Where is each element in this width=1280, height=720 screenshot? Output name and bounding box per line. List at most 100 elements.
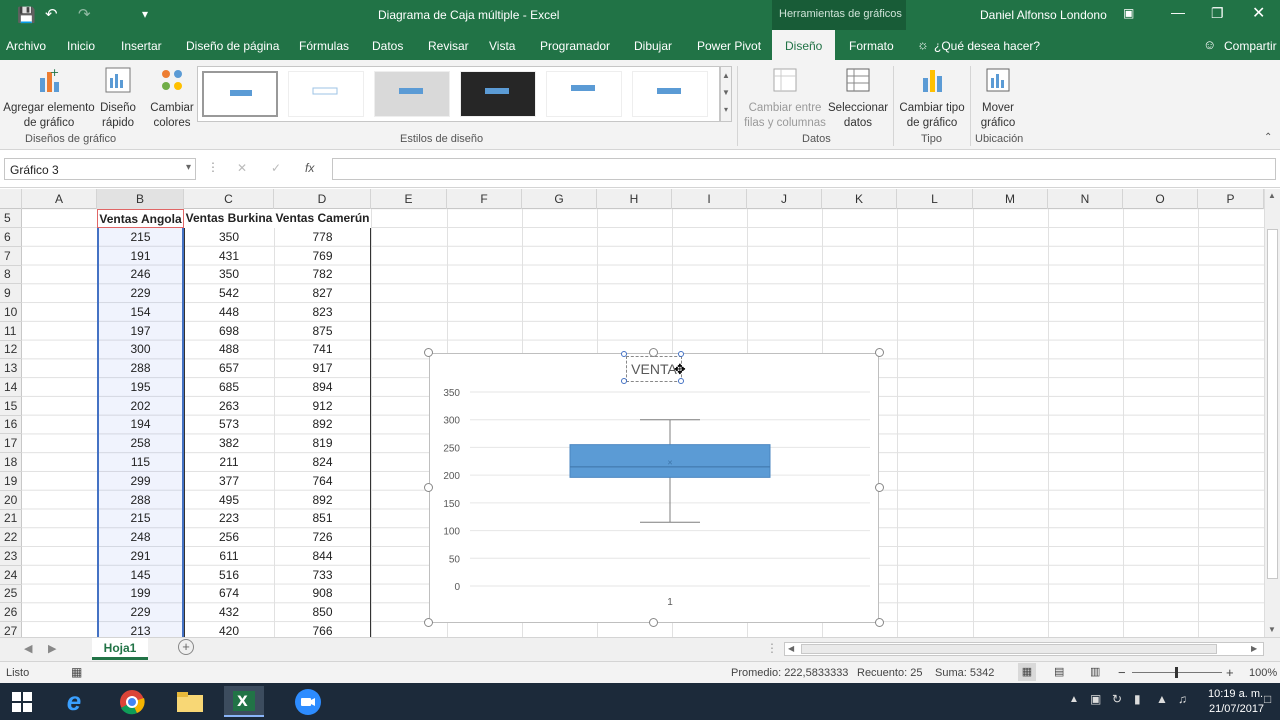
internet-explorer-icon[interactable]: e [54,686,94,717]
move-chart-button[interactable]: Mover gráfico [972,66,1024,131]
minimize-icon[interactable]: — [1171,4,1185,20]
scroll-down-icon[interactable]: ▼ [1268,625,1276,634]
title-handle[interactable] [678,351,684,357]
tray-chevron-icon[interactable]: ▲ [1069,694,1079,705]
enter-icon[interactable]: ✓ [271,161,281,175]
row-header[interactable]: 21 [0,509,22,529]
table-cell[interactable]: 488 [184,340,274,359]
table-cell[interactable]: 195 [97,378,184,397]
row-header[interactable]: 22 [0,528,22,548]
column-header[interactable]: M [973,189,1048,209]
row-header[interactable]: 10 [0,303,22,322]
status-average[interactable]: Promedio: 222,5833333 [731,667,848,679]
title-handle[interactable] [621,378,627,384]
zoom-in-icon[interactable]: + [1226,665,1234,680]
restore-icon[interactable]: ❐ [1211,5,1224,22]
table-cell[interactable]: 420 [184,622,274,637]
table-cell[interactable]: 213 [97,622,184,637]
select-all-corner[interactable] [0,189,22,209]
column-header[interactable]: G [522,189,597,209]
page-break-icon[interactable]: ▥ [1090,665,1100,678]
resize-handle[interactable] [424,348,433,357]
network-icon[interactable]: ▣ [1090,692,1101,706]
table-header-cell[interactable]: Ventas Burkina [184,209,274,228]
page-layout-icon[interactable]: ▤ [1054,665,1064,678]
table-cell[interactable]: 145 [97,566,184,585]
row-header[interactable]: 9 [0,284,22,304]
tab-diseno-pagina[interactable]: Diseño de página [186,39,279,53]
horizontal-scrollbar[interactable]: ◀ ▶ [784,642,1264,656]
name-box[interactable]: Gráfico 3 ▾ [4,158,196,180]
macro-record-icon[interactable]: ▦ [71,665,82,679]
column-header[interactable]: D [274,189,371,209]
clock-date[interactable]: 21/07/2017 [1209,703,1264,715]
table-cell[interactable]: 248 [97,528,184,547]
table-cell[interactable]: 542 [184,284,274,303]
user-name[interactable]: Daniel Alfonso Londono [980,8,1107,22]
chevron-down-icon[interactable]: ▾ [186,162,191,173]
file-explorer-icon[interactable] [170,686,210,717]
vertical-scrollbar[interactable]: ▲ ▼ [1264,189,1280,637]
row-header[interactable]: 18 [0,453,22,472]
tab-programador[interactable]: Programador [540,39,610,53]
tab-archivo[interactable]: Archivo [6,39,46,53]
next-sheet-icon[interactable]: ▶ [48,642,56,655]
formula-input[interactable] [332,158,1276,180]
table-cell[interactable]: 246 [97,265,184,284]
tab-datos[interactable]: Datos [372,39,403,53]
scroll-thumb[interactable] [1267,229,1278,579]
row-header[interactable]: 12 [0,340,22,360]
row-header[interactable]: 8 [0,265,22,285]
table-cell[interactable]: 197 [97,322,184,341]
column-header[interactable]: O [1123,189,1198,209]
table-cell[interactable]: 778 [274,228,371,247]
tab-formato[interactable]: Formato [849,39,894,53]
table-cell[interactable]: 115 [97,453,184,472]
table-cell[interactable]: 657 [184,359,274,378]
table-cell[interactable]: 726 [274,528,371,547]
table-header-cell[interactable]: Ventas Angola [97,209,184,228]
chrome-icon[interactable] [112,686,152,717]
chart-style-3[interactable] [374,71,450,117]
status-sum[interactable]: Suma: 5342 [935,667,994,679]
zoom-slider-thumb[interactable] [1175,667,1178,678]
row-header[interactable]: 26 [0,603,22,623]
ribbon-display-icon[interactable]: ▣ [1123,6,1134,20]
column-header[interactable]: F [447,189,522,209]
table-cell[interactable]: 300 [97,340,184,359]
row-header[interactable]: 16 [0,415,22,435]
row-header[interactable]: 5 [0,209,22,228]
column-header[interactable]: N [1048,189,1123,209]
table-cell[interactable]: 766 [274,622,371,637]
tab-dibujar[interactable]: Dibujar [634,39,672,53]
chart-style-6[interactable] [632,71,708,117]
close-icon[interactable]: ✕ [1252,3,1265,23]
table-cell[interactable]: 263 [184,397,274,416]
table-cell[interactable]: 892 [274,491,371,510]
chart-style-5[interactable] [546,71,622,117]
table-cell[interactable]: 377 [184,472,274,491]
customize-qat-icon[interactable]: ▾ [142,7,148,21]
clock-time[interactable]: 10:19 a. m. [1208,688,1263,700]
resize-handle[interactable] [424,618,433,627]
row-header[interactable]: 6 [0,228,22,247]
sheet-tab-hoja1[interactable]: Hoja1 [92,638,148,660]
column-header[interactable]: H [597,189,672,209]
chart-style-1[interactable] [202,71,278,117]
table-cell[interactable]: 851 [274,509,371,528]
chart-style-2[interactable] [288,71,364,117]
table-cell[interactable]: 611 [184,547,274,566]
table-cell[interactable]: 202 [97,397,184,416]
resize-handle[interactable] [875,483,884,492]
table-cell[interactable]: 782 [274,265,371,284]
normal-view-icon[interactable]: ▦ [1018,663,1036,681]
add-sheet-icon[interactable]: + [178,639,194,655]
row-header[interactable]: 15 [0,397,22,416]
table-cell[interactable]: 350 [184,265,274,284]
table-cell[interactable]: 917 [274,359,371,378]
table-cell[interactable]: 432 [184,603,274,622]
table-cell[interactable]: 256 [184,528,274,547]
table-cell[interactable]: 912 [274,397,371,416]
wifi-icon[interactable]: ▲ [1156,692,1168,706]
column-header[interactable]: A [22,189,97,209]
